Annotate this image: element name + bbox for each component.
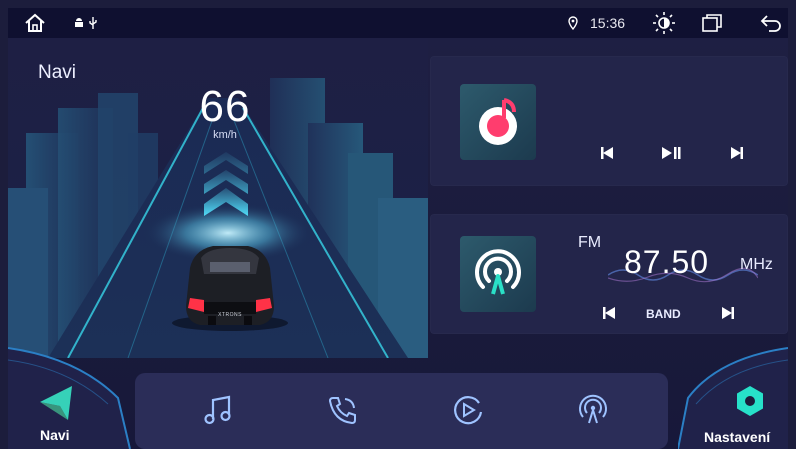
previous-button[interactable] — [600, 146, 614, 165]
music-widget[interactable] — [430, 56, 788, 186]
dock-video-button[interactable] — [443, 385, 493, 435]
recent-apps-icon[interactable] — [702, 8, 722, 38]
navi-widget[interactable]: Navi 66 km/h XTRONS — [8, 38, 428, 358]
usb-icon — [88, 8, 98, 38]
band-button[interactable]: BAND — [646, 307, 681, 321]
next-icon — [722, 307, 734, 319]
navi-app-label[interactable]: Navi — [40, 427, 70, 443]
dock-music-button[interactable] — [193, 385, 243, 435]
band-type-label: FM — [578, 234, 602, 251]
radio-widget[interactable]: FM 87.50 MHz BAND — [430, 214, 788, 334]
radio-app-icon[interactable] — [460, 236, 536, 312]
clock-time: 15:36 — [590, 15, 626, 31]
settings-app-button[interactable] — [734, 384, 766, 423]
next-button[interactable] — [730, 146, 744, 165]
status-bar: 15:36 — [8, 8, 788, 38]
speed-unit: km/h — [213, 129, 237, 141]
frequency-display: 87.50 — [624, 244, 710, 280]
brightness-icon[interactable] — [652, 8, 676, 38]
home-screen: Navi 66 km/h XTRONS FM 87.50 MHz BAND Na… — [8, 38, 788, 449]
dock-phone-button[interactable] — [318, 385, 368, 435]
radio-antenna-icon — [475, 249, 521, 295]
app-dock — [135, 373, 668, 449]
frequency-unit: MHz — [740, 256, 773, 273]
previous-icon — [601, 147, 613, 159]
music-note-icon — [479, 98, 517, 145]
play-pause-button[interactable] — [661, 146, 681, 165]
play-pause-icon — [662, 147, 681, 159]
android-icon — [74, 8, 84, 38]
seek-back-button[interactable] — [602, 306, 616, 325]
seek-forward-button[interactable] — [721, 306, 735, 325]
phone-icon — [328, 397, 356, 425]
previous-icon — [603, 307, 615, 319]
music-icon — [204, 395, 231, 425]
next-icon — [731, 147, 743, 159]
music-app-icon[interactable] — [460, 84, 536, 160]
settings-gear-icon — [737, 386, 763, 416]
speed-readout: 66 — [199, 82, 251, 131]
location-pin-icon — [568, 8, 578, 38]
back-icon[interactable] — [760, 8, 782, 38]
navigation-arrow-icon — [40, 386, 72, 420]
radio-icon — [579, 394, 607, 424]
settings-app-label[interactable]: Nastavení — [704, 429, 770, 445]
home-icon[interactable] — [24, 8, 46, 38]
navi-app-button[interactable] — [38, 382, 78, 427]
car-brand-label: XTRONS — [218, 312, 242, 318]
dock-radio-button[interactable] — [568, 385, 618, 435]
navi-widget-title: Navi — [38, 62, 77, 83]
video-play-icon — [454, 396, 483, 425]
